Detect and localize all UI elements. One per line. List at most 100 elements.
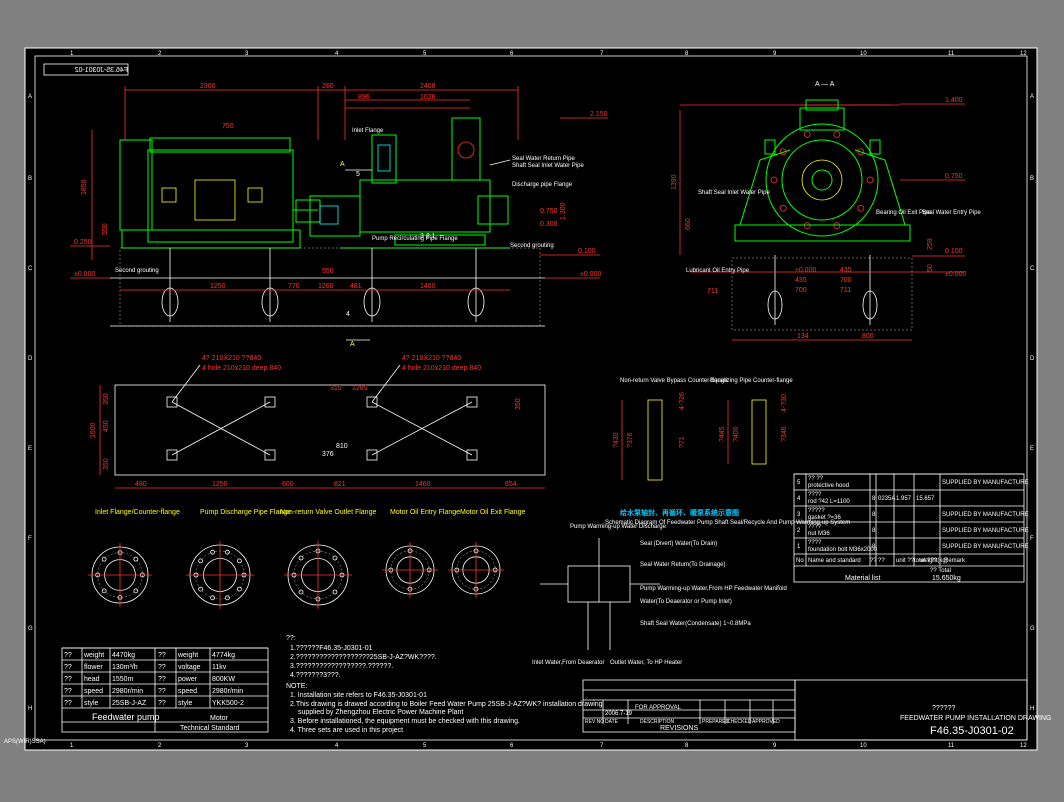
grid-row-left-G: G <box>28 626 33 632</box>
parts-header-cell: unit ?? <box>896 558 915 564</box>
spec-cell: head <box>84 676 100 683</box>
parts-material: 0235A <box>878 496 895 502</box>
label-seal-water-entry: Seal Water Entry Pipe <box>922 210 981 216</box>
spec-cell: 2980r/min <box>112 688 143 695</box>
grid-row-left-A: A <box>28 94 32 100</box>
dim-1600: 1600 <box>90 422 97 438</box>
title-en: FEEDWATER PUMP INSTALLATION DRAWING <box>900 715 1051 722</box>
spec-cell: 25SB-J-AZ <box>112 700 147 707</box>
parts-remark: SUPPLIED BY MANUFACTURE <box>942 480 1029 486</box>
grid-row-right-D: D <box>1030 356 1035 362</box>
grid-col-bottom-11: 11 <box>948 743 955 749</box>
label-seal-inlet-pipe: Shaft Seal Inlet Water Pipe <box>512 163 584 169</box>
dim-896: 896 <box>358 94 370 101</box>
schematic-to-deaerator: Water(To Deaerator or Pump Inlet) <box>640 599 732 605</box>
label-4-hole: 810 <box>336 443 348 450</box>
plan-dim-350-right: 350 <box>515 398 522 410</box>
label-lube-oil-entry: Lubricant Oil Entry Pipe <box>686 268 750 274</box>
flange-dim-376: ?376 <box>627 432 634 448</box>
spec-footer-motor: Motor <box>210 715 229 722</box>
flange-view-title-4: Motor Oil Entry Flange <box>390 509 460 516</box>
parts-total-weight: 15.650kg <box>932 575 961 582</box>
drawing-number-top: F46.35-J0301-02 <box>75 67 128 74</box>
label-seal-water-return: Seal Water Return Pipe <box>512 156 575 162</box>
spec-cell: ?? <box>64 688 72 695</box>
spec-cell: 130m³/h <box>112 664 138 671</box>
dim-0100-right: 0.100 <box>578 248 596 255</box>
dim-0100-section: 0.100 <box>945 248 963 255</box>
label-phi14: 376 <box>322 451 334 458</box>
spec-cell: style <box>178 700 193 707</box>
plan-dim-654: 654 <box>505 481 517 488</box>
spec-cell: YKK500-2 <box>212 700 244 707</box>
spec-cell: ?? <box>64 676 72 683</box>
parts-name-cn: ???? <box>808 524 822 530</box>
spec-cell: 1550m <box>112 676 134 683</box>
revision-for-approval: FOR APPROVAL <box>635 705 682 711</box>
flange-dim-71: ?71 <box>679 436 686 448</box>
parts-unit-weight: 1.957 <box>896 496 912 502</box>
parts-name-en: gasket ?=36 <box>808 515 842 521</box>
plan-hole-note-1-en: 4 hole 210x210 deep 840 <box>202 365 281 372</box>
grid-row-right-B: B <box>1030 176 1034 182</box>
plan-hole-note-2: 4? 210X210 ??840 <box>402 355 461 362</box>
svg-text:??:: ??: <box>286 635 296 642</box>
spec-cell: ?? <box>158 652 166 659</box>
dim-810: 315 <box>330 385 342 392</box>
grid-row-right-A: A <box>1030 94 1034 100</box>
grid-row-left-F: F <box>28 536 32 542</box>
grid-row-left-E: E <box>28 446 32 452</box>
note-en-2b: supplied by Zhengzhou Electric Power Mac… <box>298 709 463 716</box>
note-en-1: 1. Installation site refers to F46.35-J0… <box>290 692 427 699</box>
flange-view-title-2: Pump Discharge Pipe Flange <box>200 509 291 516</box>
spec-cell: flower <box>84 664 103 671</box>
spec-cell: 11kv <box>212 664 227 671</box>
dim-435-left: ±0.000 <box>795 267 816 274</box>
note-en-2: 2.This drawing is drawed according to Bo… <box>290 701 603 708</box>
dim-435-right: 435 <box>840 267 852 274</box>
parts-header-cell: ?? <box>878 558 885 564</box>
dim-1026: 1026 <box>420 94 436 101</box>
flange-dim-346: ?346 <box>781 426 788 442</box>
spec-cell: ?? <box>158 676 166 683</box>
spec-cell: voltage <box>178 664 201 671</box>
flange-dim-400: ?400 <box>733 426 740 442</box>
revision-col-header: REV NO <box>585 719 604 725</box>
label-shaft-seal-inlet: Shaft Seal Inlet Water Pipe <box>698 190 770 196</box>
spec-cell: ?? <box>64 652 72 659</box>
spec-cell: weight <box>177 652 198 659</box>
grid-row-right-G: G <box>1030 626 1035 632</box>
grid-col-bottom-12: 12 <box>1020 743 1027 749</box>
parts-name-en: nut M36 <box>808 531 830 537</box>
grid-row-right-F: F <box>1030 536 1034 542</box>
note-cn-1: 1.??????F46.35-J0301-01 <box>290 645 373 652</box>
spec-cell: 800KW <box>212 676 235 683</box>
dim-259: 259 <box>927 238 934 250</box>
parts-header-cell: No <box>796 558 804 564</box>
spec-cell: ?? <box>158 700 166 707</box>
parts-remark: SUPPLIED BY MANUFACTURE <box>942 528 1029 534</box>
dim-1250: 1250 <box>210 283 226 290</box>
svg-text:5: 5 <box>356 171 360 178</box>
note-en-4: 4. Three sets are used in this project <box>290 727 403 734</box>
note-cn-2: 2.???????????????????25SB-J-AZ?WK????. <box>290 654 437 661</box>
dim-2150: 2.150 <box>590 111 608 118</box>
dim-2408: 2408 <box>420 83 436 90</box>
schematic-inlet-water: Inlet Water,From Deaerator <box>532 660 604 666</box>
spec-cell: 2980r/min <box>212 688 243 695</box>
flange-dim-445: ?445 <box>719 426 726 442</box>
grid-col-top-11: 11 <box>948 51 955 57</box>
dim-350-b: 350 <box>103 458 110 470</box>
dim-481: 481 <box>350 283 362 290</box>
parts-total-label: ?? Total <box>930 568 951 574</box>
parts-remark: SUPPLIED BY MANUFACTURE <box>942 544 1029 550</box>
svg-text:4: 4 <box>346 311 350 318</box>
schematic-outlet-water: Outlet Water, To HP Heater <box>610 660 682 666</box>
spec-cell: weight <box>83 652 104 659</box>
spec-cell: ?? <box>64 700 72 707</box>
schematic-warmup-discharge: Pump Warming-up Water Discharge <box>570 524 667 530</box>
spec-cell: ?? <box>158 688 166 695</box>
spec-cell: 4470kg <box>112 652 135 659</box>
dim-2300: 2300 <box>200 83 216 90</box>
parts-name-en: foundation bolt M36x2000 <box>808 547 878 553</box>
